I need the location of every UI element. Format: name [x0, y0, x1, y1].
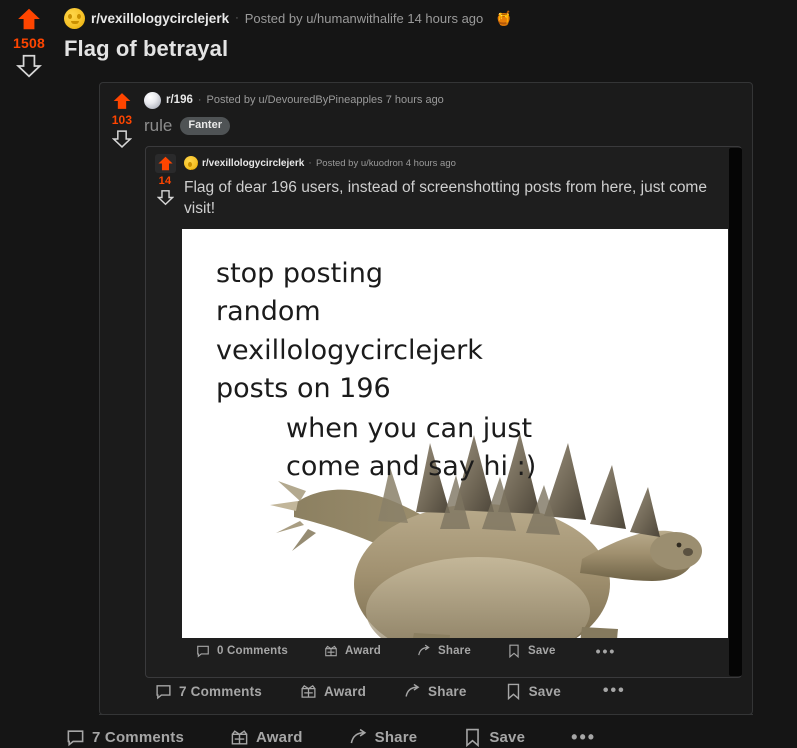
inner-subreddit-link[interactable]: r/vexillologycirclejerk: [202, 158, 304, 169]
reddit-post-page: 1508 r/vexillologycirclejerk · Posted by…: [0, 0, 797, 747]
outer-share-label: Share: [374, 729, 418, 746]
image-scrollbar[interactable]: [729, 148, 742, 676]
arrow-up-icon[interactable]: [112, 91, 132, 111]
mid-award-label: Award: [324, 683, 367, 699]
meme-text-block-1: stop posting random vexillologycirclejer…: [216, 258, 483, 404]
inner-vote-column: 14: [146, 147, 184, 677]
outer-action-bar: 7 Comments Award Share Save •••: [66, 727, 596, 748]
stegosaurus-meme-image[interactable]: stop posting random vexillologycirclejer…: [182, 229, 728, 638]
inner-share-button[interactable]: Share: [417, 644, 471, 658]
inner-post-title[interactable]: Flag of dear 196 users, instead of scree…: [184, 173, 718, 219]
inner-save-label: Save: [527, 645, 556, 657]
mid-subreddit-link[interactable]: r/196: [166, 94, 193, 106]
mid-post-meta: Posted by u/DevouredByPineapples 7 hours…: [206, 94, 444, 106]
inner-award-label: Award: [345, 645, 381, 657]
mid-post-title[interactable]: rule: [144, 116, 172, 136]
inner-award-button[interactable]: Award: [324, 644, 381, 658]
outer-post-title[interactable]: Flag of betrayal: [58, 32, 797, 62]
more-options-icon[interactable]: •••: [596, 643, 617, 659]
outer-separator: ·: [235, 12, 239, 24]
mid-score: 103: [111, 113, 133, 127]
arrow-down-icon[interactable]: [16, 53, 42, 79]
inner-separator: ·: [308, 157, 312, 169]
outer-save-label: Save: [489, 729, 526, 746]
inner-action-bar: 0 Comments Award Share Save •••: [196, 643, 616, 659]
outer-post-meta: Posted by u/humanwithalife 14 hours ago: [244, 10, 484, 26]
award-badge-icon[interactable]: 🍯: [495, 11, 512, 25]
mid-title-row: rule Fanter: [144, 111, 752, 136]
outer-subreddit-link[interactable]: r/vexillologycirclejerk: [91, 11, 229, 26]
arrow-up-icon[interactable]: [16, 6, 42, 32]
more-options-icon[interactable]: •••: [571, 727, 596, 748]
mid-separator: ·: [197, 94, 202, 106]
post-flair-badge[interactable]: Fanter: [180, 117, 230, 135]
more-options-icon[interactable]: •••: [603, 682, 626, 700]
arrow-down-icon[interactable]: [156, 189, 174, 206]
inner-comments-button[interactable]: 0 Comments: [196, 644, 288, 658]
outer-award-label: Award: [256, 729, 303, 746]
inner-score: 14: [158, 175, 172, 187]
mid-action-bar: 7 Comments Award Share Save •••: [155, 682, 626, 700]
mid-save-button[interactable]: Save: [505, 683, 561, 700]
mid-award-button[interactable]: Award: [300, 683, 366, 700]
mid-comments-label: 7 Comments: [179, 683, 263, 699]
arrow-down-icon[interactable]: [112, 129, 132, 149]
mid-save-label: Save: [528, 683, 561, 699]
outer-score: 1508: [13, 35, 45, 51]
mid-vote-column: 103: [100, 83, 144, 714]
mid-post-header: r/196 · Posted by u/DevouredByPineapples…: [144, 89, 752, 111]
outer-comments-button[interactable]: 7 Comments: [66, 728, 184, 747]
outer-save-button[interactable]: Save: [463, 728, 525, 747]
meme-text-block-2: when you can just come and say hi :): [286, 413, 537, 483]
sphere-avatar[interactable]: [144, 91, 161, 109]
inner-post-header: r/vexillologycirclejerk · Posted by u/ku…: [184, 153, 731, 173]
moon-face-avatar[interactable]: [184, 156, 198, 170]
moon-face-avatar[interactable]: [64, 7, 85, 29]
inner-post-meta: Posted by u/kuodron 4 hours ago: [315, 157, 456, 169]
card-bottom-divider: [99, 714, 753, 715]
outer-share-button[interactable]: Share: [349, 728, 418, 747]
outer-vote-column: 1508: [0, 0, 58, 737]
mid-share-label: Share: [428, 683, 467, 699]
inner-share-label: Share: [437, 645, 471, 657]
outer-comments-label: 7 Comments: [92, 729, 185, 746]
mid-share-button[interactable]: Share: [404, 683, 467, 700]
mid-comments-button[interactable]: 7 Comments: [155, 683, 262, 700]
inner-comments-label: 0 Comments: [217, 645, 289, 657]
arrow-up-icon[interactable]: [154, 154, 176, 173]
outer-award-button[interactable]: Award: [230, 728, 303, 747]
inner-save-button[interactable]: Save: [507, 644, 556, 658]
outer-post-header: r/vexillologycirclejerk · Posted by u/hu…: [58, 4, 797, 32]
